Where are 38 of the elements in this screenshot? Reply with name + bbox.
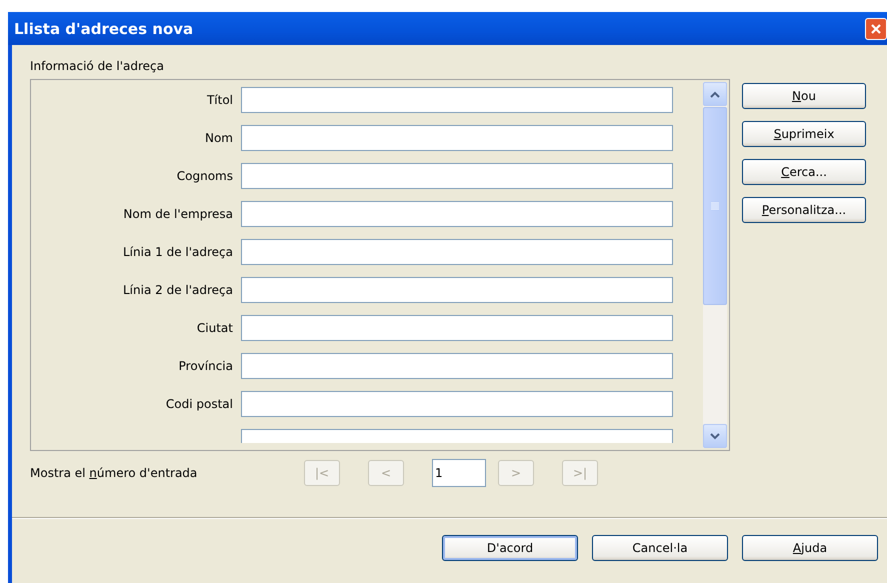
field-label: Cognoms <box>176 169 234 183</box>
input-field[interactable] <box>241 125 673 151</box>
field-label: Nom <box>204 131 234 145</box>
field-label: Codi postal <box>164 397 234 411</box>
input-field[interactable] <box>241 353 673 379</box>
field-label: Línia 2 de l'adreça <box>122 283 234 297</box>
input-field[interactable] <box>241 315 673 341</box>
input-field[interactable] <box>241 239 673 265</box>
chevron-down-icon <box>710 432 720 440</box>
scrollbar[interactable] <box>703 82 727 448</box>
input-field[interactable] <box>241 391 673 417</box>
action-button[interactable]: Personalitza... <box>742 197 866 223</box>
group-label: Informació de l'adreça <box>30 59 165 73</box>
entry-number-label: Mostra el número d'entrada <box>30 466 198 480</box>
close-icon <box>870 22 882 34</box>
field-label: Línia 1 de l'adreça <box>122 245 234 259</box>
input-field[interactable] <box>241 163 673 189</box>
dialog-button[interactable]: Ajuda <box>742 535 878 561</box>
action-button[interactable]: Cerca... <box>742 159 866 185</box>
chevron-up-icon <box>710 90 720 98</box>
field-label: Nom de l'empresa <box>122 207 234 221</box>
close-button[interactable] <box>865 18 887 40</box>
action-button[interactable]: Nou <box>742 83 866 109</box>
dialog-button[interactable]: D'acord <box>442 535 578 561</box>
window-title: Llista d'adreces nova <box>14 20 194 38</box>
entry-number-field[interactable]: 1 <box>432 459 486 487</box>
field-label: Títol <box>206 93 234 107</box>
field-label: Ciutat <box>196 321 234 335</box>
field-label: Província <box>178 359 234 373</box>
scroll-thumb[interactable] <box>703 107 727 305</box>
scroll-up-button[interactable] <box>703 82 727 106</box>
dialog-button[interactable]: Cancel·la <box>592 535 728 561</box>
grip-icon <box>711 202 719 210</box>
input-field[interactable] <box>241 277 673 303</box>
input-field[interactable] <box>241 87 673 113</box>
scroll-down-button[interactable] <box>703 424 727 448</box>
action-button[interactable]: Suprimeix <box>742 121 866 147</box>
input-field[interactable] <box>241 201 673 227</box>
